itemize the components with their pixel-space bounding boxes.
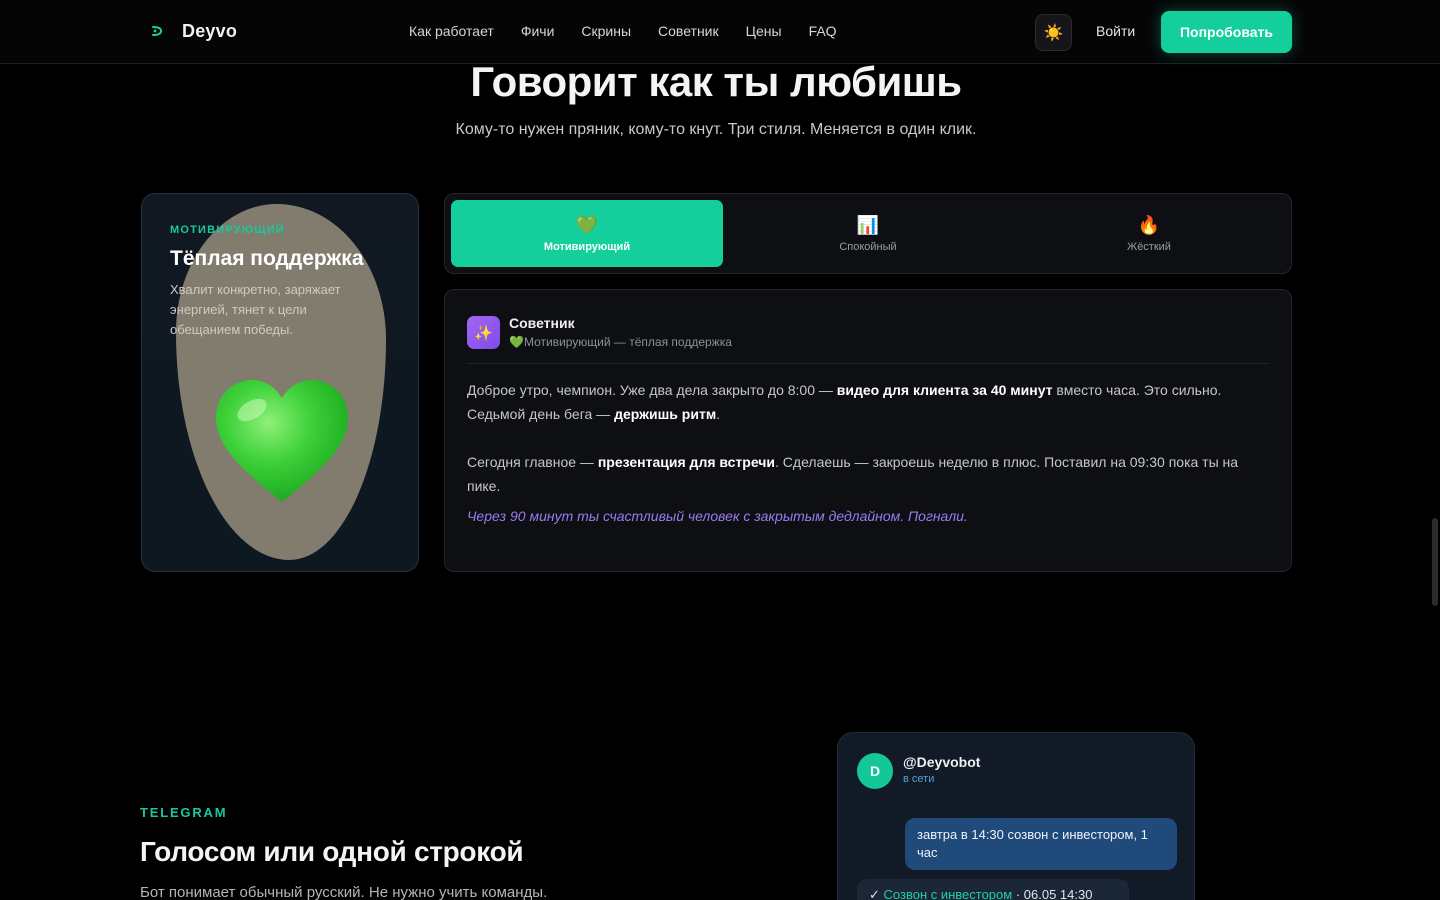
scrollbar-thumb[interactable] [1432, 518, 1438, 606]
tab-label: Жёсткий [1127, 240, 1171, 253]
bot-avatar: D [857, 753, 893, 789]
style-tag: МОТИВИРУЮЩИЙ [170, 224, 285, 236]
sparkles-icon: ✨ [467, 316, 500, 349]
logo-text: Deyvo [182, 20, 238, 41]
nav-link-faq[interactable]: FAQ [809, 23, 837, 39]
login-link[interactable]: Войти [1096, 23, 1135, 39]
bot-status: в сети [903, 773, 935, 785]
nav-links: Как работает Фичи Скрины Советник Цены F… [409, 23, 837, 39]
tab-label: Мотивирующий [543, 240, 631, 253]
logo-icon [146, 20, 168, 42]
advisor-message-card: ✨ Советник 💚Мотивирующий — тёплая поддер… [444, 289, 1292, 572]
telegram-chat-preview: D @Deyvobot в сети завтра в 14:30 созвон… [837, 732, 1195, 900]
check-icon: ✓ [869, 887, 884, 900]
telegram-tag: TELEGRAM [140, 805, 228, 820]
user-message-bubble: завтра в 14:30 созвон с инвестором, 1 ча… [905, 818, 1177, 870]
green-heart-icon: 💚 [575, 214, 599, 235]
style-description: Хвалит конкретно, заряжает энергией, тян… [170, 282, 341, 337]
style-preview-card: МОТИВИРУЮЩИЙ Тёплая поддержка Хвалит кон… [141, 193, 419, 572]
tab-label: Спокойный [839, 240, 897, 253]
advisor-message-body: Доброе утро, чемпион. Уже два дела закры… [467, 378, 1267, 522]
page-scrollbar[interactable] [1430, 0, 1440, 900]
event-title: Созвон с инвестором [883, 887, 1013, 900]
fire-icon: 🔥 [1137, 214, 1161, 235]
tab-motivating[interactable]: 💚 Мотивирующий [451, 200, 723, 267]
divider [467, 363, 1269, 364]
style-tabs: 💚 Мотивирующий 📊 Спокойный 🔥 Жёсткий [444, 193, 1292, 274]
nav-link-how-it-works[interactable]: Как работает [409, 23, 494, 39]
nav-link-pricing[interactable]: Цены [746, 23, 782, 39]
message-paragraph: Доброе утро, чемпион. Уже два дела закры… [467, 382, 1222, 422]
try-button[interactable]: Попробовать [1161, 11, 1292, 53]
logo[interactable]: Deyvo [146, 20, 237, 42]
sun-icon: ☀️ [1043, 24, 1064, 42]
advisor-name: Советник [509, 315, 575, 331]
advisor-quote: Через 90 минут ты счастливый человек с з… [467, 508, 968, 524]
theme-toggle-button[interactable]: ☀️ [1035, 14, 1072, 51]
event-time: · 06.05 14:30 [1012, 887, 1093, 900]
nav-link-features[interactable]: Фичи [521, 23, 555, 39]
bot-name: @Deyvobot [903, 754, 981, 770]
green-heart-icon [216, 380, 348, 502]
section-title: Говорит как ты любишь [470, 58, 962, 105]
advisor-style-subtitle: 💚Мотивирующий — тёплая поддержка [509, 335, 732, 349]
nav-link-screens[interactable]: Скрины [581, 23, 631, 39]
tab-calm[interactable]: 📊 Спокойный [732, 200, 1004, 267]
telegram-description: Бот понимает обычный русский. Не нужно у… [140, 884, 548, 900]
bar-chart-icon: 📊 [856, 214, 880, 235]
nav-link-advisor[interactable]: Советник [658, 23, 719, 39]
tab-harsh[interactable]: 🔥 Жёсткий [1013, 200, 1285, 267]
style-title: Тёплая поддержка [170, 247, 364, 270]
message-paragraph: Сегодня главное — презентация для встреч… [467, 454, 1239, 494]
section-subtitle: Кому-то нужен пряник, кому-то кнут. Три … [455, 121, 977, 138]
telegram-title: Голосом или одной строкой [140, 836, 524, 867]
top-navbar: Deyvo Как работает Фичи Скрины Советник … [0, 0, 1440, 64]
bot-reply-bubble: ✓ Созвон с инвестором · 06.05 14:30 [857, 879, 1129, 900]
